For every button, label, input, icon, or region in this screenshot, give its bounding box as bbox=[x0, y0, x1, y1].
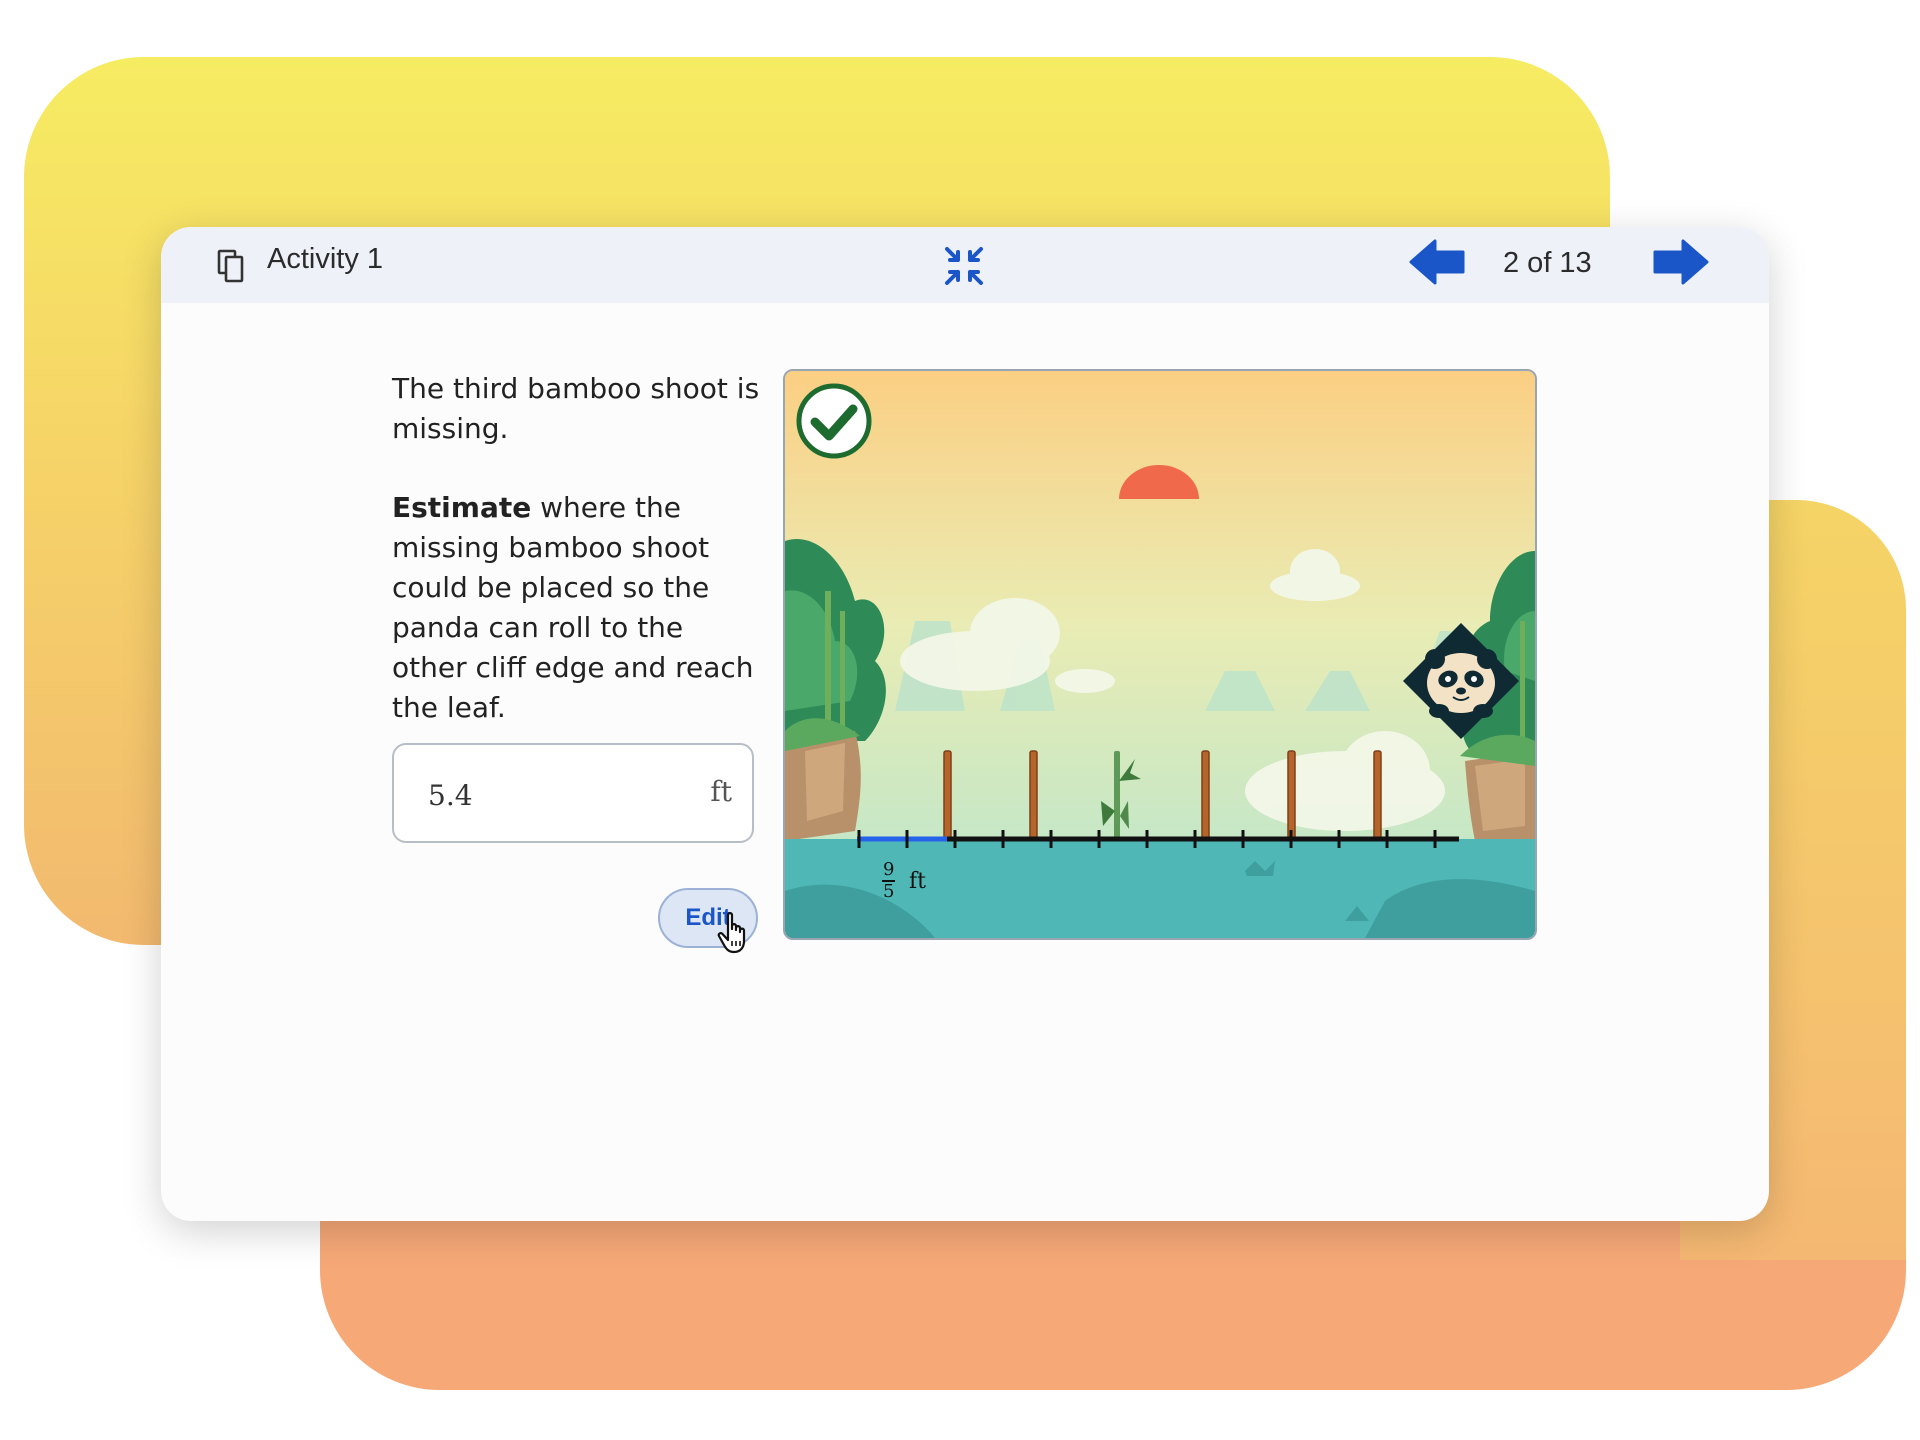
answer-value: 5.4 bbox=[428, 779, 473, 812]
game-scene[interactable]: 9 5 ft bbox=[783, 369, 1537, 940]
check-circle-icon bbox=[796, 383, 872, 459]
page-counter: 2 of 13 bbox=[1503, 247, 1592, 279]
edit-button[interactable]: Edit bbox=[658, 888, 758, 948]
fraction-numerator: 9 bbox=[882, 859, 896, 882]
title-bar: Activity 1 2 of 13 bbox=[161, 227, 1769, 303]
activity-title: Activity 1 bbox=[267, 243, 384, 275]
answer-input[interactable]: 5.4 ft bbox=[392, 743, 754, 843]
activity-window: Activity 1 2 of 13 The third bamboo shoo… bbox=[161, 227, 1769, 1221]
question-instruction-rest: where the missing bamboo shoot could be … bbox=[392, 491, 754, 724]
copy-icon bbox=[217, 249, 244, 283]
question-intro: The third bamboo shoot is missing. bbox=[392, 372, 760, 445]
bamboo-shoot bbox=[1287, 750, 1296, 840]
collapse-icon[interactable] bbox=[943, 245, 985, 287]
bamboo-shoot bbox=[1029, 750, 1038, 840]
bamboo-shoot bbox=[943, 750, 952, 840]
tick-label-fraction: 9 5 bbox=[882, 859, 896, 902]
question-instruction: Estimate where the missing bamboo shoot … bbox=[392, 488, 762, 728]
question-text: The third bamboo shoot is missing. Estim… bbox=[392, 369, 762, 767]
arrow-right-icon[interactable] bbox=[1651, 239, 1711, 285]
arrow-left-icon[interactable] bbox=[1407, 239, 1467, 285]
answer-unit: ft bbox=[710, 775, 732, 808]
bamboo-shoot bbox=[1201, 750, 1210, 840]
tick-label-unit: ft bbox=[909, 869, 926, 894]
bamboo-shoot bbox=[1373, 750, 1382, 840]
fraction-denominator: 5 bbox=[883, 881, 895, 902]
scene-illustration bbox=[785, 371, 1535, 938]
question-bold-word: Estimate bbox=[392, 491, 532, 524]
